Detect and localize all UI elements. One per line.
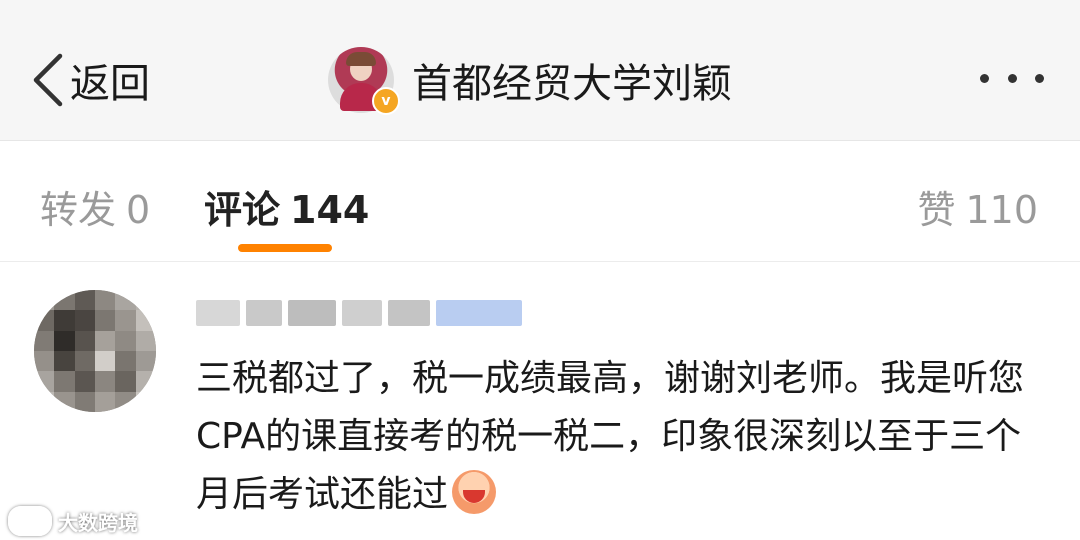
tab-comments-count: 144: [290, 188, 370, 232]
watermark-text: 大数跨境: [58, 510, 138, 535]
comment-body: 三税都过了，税一成绩最高，谢谢刘老师。我是听您CPA的课直接考的税一税二，印象很…: [196, 350, 1056, 524]
avatar-hair: [346, 52, 376, 66]
more-dot-icon: [1007, 73, 1017, 83]
verified-badge-icon: v: [372, 87, 400, 115]
watermark: 大数跨境: [8, 506, 138, 536]
watermark-logo-icon: [8, 506, 52, 536]
avatar[interactable]: v: [328, 47, 400, 115]
back-button[interactable]: 返回: [30, 50, 150, 110]
tab-bar: 转发 0 评论 144 赞 110: [0, 141, 1080, 262]
comment-item: 三税都过了，税一成绩最高，谢谢刘老师。我是听您CPA的课直接考的税一税二，印象很…: [0, 262, 1080, 540]
more-options-button[interactable]: [980, 62, 1044, 94]
more-dot-icon: [1035, 73, 1044, 83]
chevron-left-icon: [33, 53, 63, 107]
tab-repost-count: 0: [126, 188, 151, 232]
profile-title[interactable]: v 首都经贸大学刘颖: [328, 44, 732, 116]
tab-likes-label: 赞: [917, 188, 956, 232]
tab-repost[interactable]: 转发 0: [40, 179, 150, 234]
commenter-avatar[interactable]: [34, 290, 156, 412]
tab-repost-label: 转发: [40, 188, 117, 232]
comment-text: 三税都过了，税一成绩最高，谢谢刘老师。我是听您CPA的课直接考的税一税二，印象很…: [196, 358, 1025, 515]
laughing-emoji-icon: [452, 470, 497, 514]
more-dot-icon: [980, 73, 989, 83]
tab-likes[interactable]: 赞 110: [917, 179, 1038, 234]
back-label: 返回: [70, 61, 150, 107]
active-tab-indicator: [238, 244, 332, 252]
tab-likes-count: 110: [965, 188, 1038, 232]
tab-comments[interactable]: 评论 144: [204, 179, 369, 234]
tab-comments-label: 评论: [204, 188, 281, 232]
commenter-username-blurred[interactable]: [196, 296, 536, 330]
page-title: 首都经贸大学刘颖: [412, 61, 732, 107]
top-nav-bar: 返回 v 首都经贸大学刘颖: [0, 0, 1080, 141]
